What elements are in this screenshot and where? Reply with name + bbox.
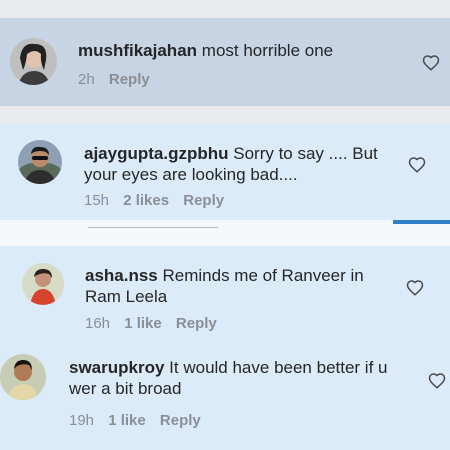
username[interactable]: swarupkroy [69, 358, 164, 377]
timestamp: 16h [85, 315, 111, 332]
strip-accent [393, 220, 450, 224]
comment-text: swarupkroy It would have been better if … [69, 357, 419, 399]
likes-count[interactable]: 1 like [124, 315, 162, 332]
comment-text: asha.nss Reminds me of Ranveer in Ram Le… [85, 265, 385, 307]
reply-button[interactable]: Reply [176, 315, 217, 332]
reply-button[interactable]: Reply [183, 192, 224, 209]
comment-meta: 19h 1 like Reply [69, 412, 211, 429]
comment-panel-1 [0, 18, 450, 106]
username[interactable]: ajaygupta.gzpbhu [84, 144, 229, 163]
username[interactable]: mushfikajahan [78, 41, 197, 60]
strip-partial-text [88, 222, 218, 230]
avatar[interactable] [10, 38, 57, 85]
likes-count[interactable]: 1 like [108, 412, 146, 429]
comment-text: mushfikajahan most horrible one [78, 40, 408, 61]
comment-body: most horrible one [201, 41, 334, 60]
top-strip [0, 0, 450, 18]
heart-outline-icon[interactable] [428, 372, 446, 390]
username[interactable]: asha.nss [85, 266, 158, 285]
reply-button[interactable]: Reply [160, 412, 201, 429]
avatar[interactable] [0, 354, 46, 400]
comment-text: ajaygupta.gzpbhu Sorry to say .... But y… [84, 143, 394, 185]
comment-meta: 15h 2 likes Reply [84, 192, 234, 209]
comment-meta: 2h Reply [78, 71, 160, 88]
reply-button[interactable]: Reply [109, 71, 150, 88]
clipped-strip [0, 220, 450, 246]
heart-outline-icon[interactable] [406, 279, 424, 297]
timestamp: 19h [69, 412, 95, 429]
heart-outline-icon[interactable] [422, 54, 440, 72]
timestamp: 2h [78, 71, 95, 88]
heart-outline-icon[interactable] [408, 156, 426, 174]
avatar[interactable] [22, 263, 64, 305]
likes-count[interactable]: 2 likes [123, 192, 169, 209]
comment-meta: 16h 1 like Reply [85, 315, 227, 332]
panel-gap [0, 106, 450, 124]
avatar[interactable] [18, 140, 62, 184]
timestamp: 15h [84, 192, 110, 209]
